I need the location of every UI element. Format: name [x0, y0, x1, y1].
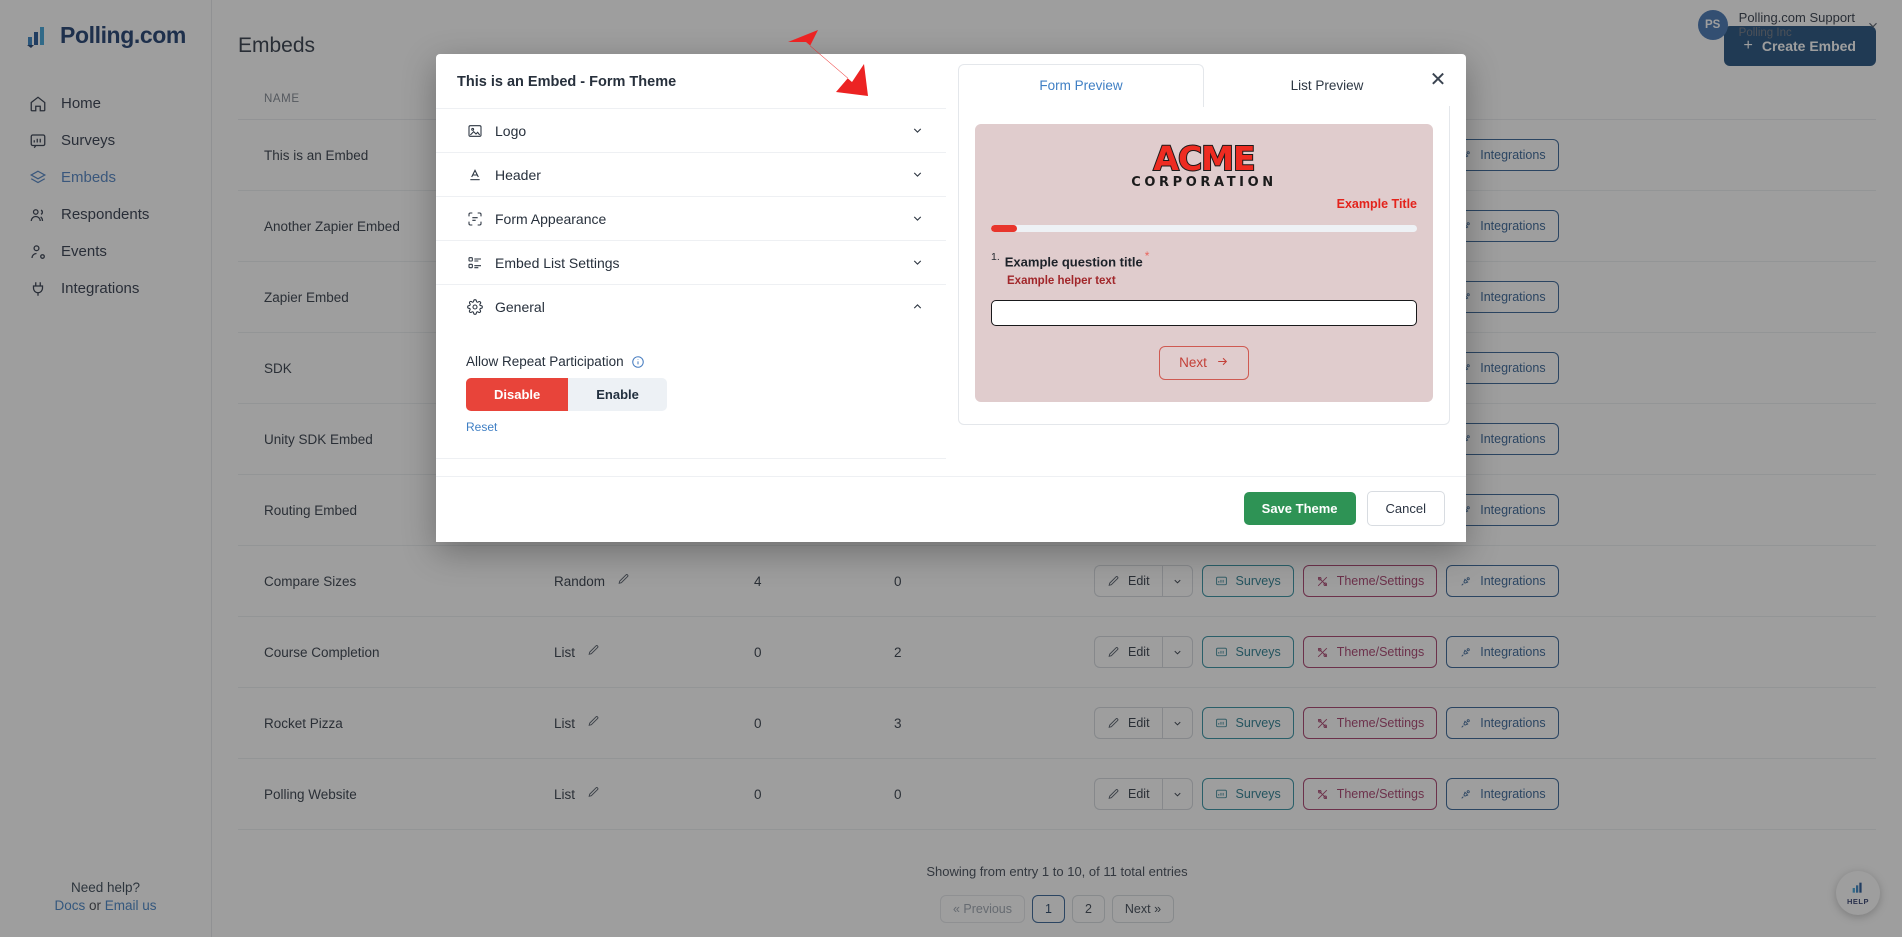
form-appearance-icon — [466, 210, 483, 227]
acme-logo-main: ACME — [1152, 139, 1256, 178]
cancel-button[interactable]: Cancel — [1366, 491, 1445, 526]
question-number: 1. — [991, 250, 1000, 263]
chevron-up-icon — [911, 300, 924, 313]
accordion-logo[interactable]: Logo — [436, 108, 946, 152]
field-label-text: Allow Repeat Participation — [466, 354, 624, 369]
enable-button[interactable]: Enable — [568, 378, 667, 411]
required-marker: * — [1144, 248, 1150, 263]
example-title: Example Title — [1336, 196, 1417, 211]
progress-bar-fill — [991, 224, 1017, 232]
next-button-label: Next — [1179, 355, 1207, 371]
preview-question: 1. Example question title * — [991, 249, 1417, 271]
chevron-down-icon — [911, 212, 924, 225]
accordion-label: Form Appearance — [495, 210, 607, 227]
accordion-embed-list-settings[interactable]: Embed List Settings — [436, 240, 946, 284]
accordion-form-appearance[interactable]: Form Appearance — [436, 196, 946, 240]
modal-footer: Save Theme Cancel — [436, 476, 1466, 542]
chevron-down-icon — [911, 124, 924, 137]
form-preview-container: ACME CORPORATION Example Title 1. Exampl… — [958, 106, 1450, 425]
next-button[interactable]: Next — [1159, 345, 1249, 380]
tab-form-preview[interactable]: Form Preview — [958, 64, 1204, 107]
accordion-general[interactable]: General — [436, 284, 946, 328]
progress-bar — [991, 224, 1417, 232]
screen: Polling.com Home Surveys Embeds Responde… — [0, 0, 1902, 937]
acme-logo: ACME CORPORATION — [991, 138, 1417, 192]
image-icon — [466, 122, 483, 139]
question-title: Example question title — [1004, 253, 1143, 269]
form-theme-modal: ✕ This is an Embed - Form Theme Logo Hea… — [436, 54, 1466, 542]
acme-logo-sub: CORPORATION — [1131, 174, 1277, 190]
question-text-input[interactable] — [991, 299, 1417, 326]
chevron-down-icon — [911, 168, 924, 181]
gear-icon — [466, 298, 483, 315]
preview-panel: Form Preview List Preview ACME CORPORATI… — [946, 54, 1466, 476]
disable-button[interactable]: Disable — [466, 378, 569, 411]
question-helper-text: Example helper text — [1007, 274, 1116, 287]
tab-list-preview[interactable]: List Preview — [1204, 64, 1450, 107]
allow-repeat-participation-toggle: Disable Enable — [466, 378, 667, 411]
list-settings-icon — [466, 254, 483, 271]
accordion-label: Embed List Settings — [495, 254, 620, 271]
modal-body: This is an Embed - Form Theme Logo Heade… — [436, 54, 1466, 476]
form-preview-card: ACME CORPORATION Example Title 1. Exampl… — [975, 124, 1433, 402]
info-icon[interactable] — [631, 355, 645, 369]
accordion-label: Logo — [495, 122, 527, 139]
theme-settings-panel: This is an Embed - Form Theme Logo Heade… — [436, 54, 946, 476]
accordion-label: General — [495, 298, 545, 315]
preview-tabs: Form Preview List Preview — [958, 64, 1450, 107]
accordion-label: Header — [495, 166, 541, 183]
modal-title: This is an Embed - Form Theme — [457, 74, 677, 90]
arrow-right-icon — [1216, 355, 1229, 371]
next-button-wrap: Next — [991, 345, 1417, 380]
general-panel: Allow Repeat Participation Disable Enabl… — [436, 328, 946, 459]
reset-link[interactable]: Reset — [466, 420, 497, 434]
accordion-header[interactable]: Header — [436, 152, 946, 196]
close-icon[interactable]: ✕ — [1426, 68, 1450, 92]
save-theme-button[interactable]: Save Theme — [1243, 492, 1356, 525]
chevron-down-icon — [911, 256, 924, 269]
allow-repeat-participation-label: Allow Repeat Participation — [466, 354, 946, 369]
text-format-icon — [466, 166, 483, 183]
question-title-wrap: Example question title * — [1005, 249, 1150, 271]
